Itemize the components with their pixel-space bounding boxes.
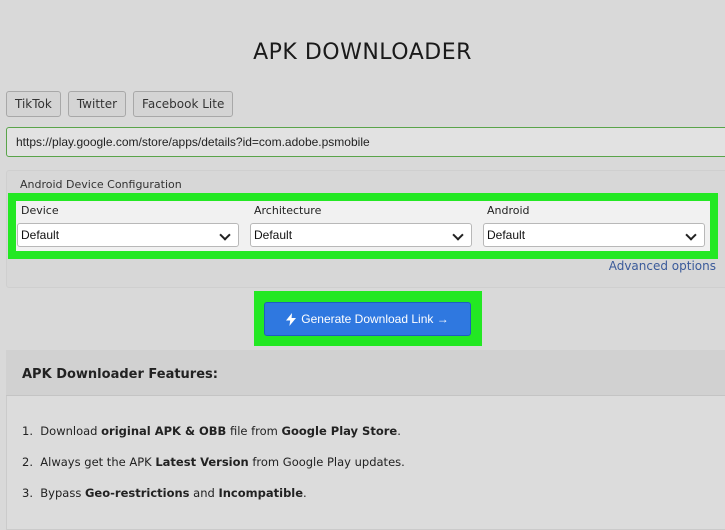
architecture-select[interactable]: Default bbox=[250, 223, 472, 247]
device-select[interactable]: Default bbox=[17, 223, 239, 247]
device-label: Device bbox=[21, 204, 59, 217]
url-input[interactable] bbox=[6, 127, 725, 157]
quick-link-twitter[interactable]: Twitter bbox=[67, 91, 127, 117]
features-title: APK Downloader Features: bbox=[22, 367, 218, 382]
quick-link-tiktok[interactable]: TikTok bbox=[6, 91, 61, 117]
architecture-select-value: Default bbox=[254, 228, 293, 242]
feature-item: 2. Always get the APK Latest Version fro… bbox=[22, 455, 405, 469]
android-label: Android bbox=[487, 204, 530, 217]
android-select[interactable]: Default bbox=[483, 223, 705, 247]
android-select-value: Default bbox=[487, 228, 526, 242]
android-select-group: Android Default bbox=[483, 203, 705, 247]
generate-download-link-button[interactable]: Generate Download Link → bbox=[264, 302, 471, 336]
device-select-group: Device Default bbox=[17, 203, 239, 247]
page-title: APK DOWNLOADER bbox=[253, 40, 472, 65]
chevron-down-icon bbox=[219, 229, 231, 241]
config-label: Android Device Configuration bbox=[20, 178, 182, 191]
architecture-select-group: Architecture Default bbox=[250, 203, 472, 247]
feature-item: 1. Download original APK & OBB file from… bbox=[22, 424, 401, 438]
advanced-options-link[interactable]: Advanced options bbox=[609, 259, 716, 273]
chevron-down-icon bbox=[685, 229, 697, 241]
architecture-label: Architecture bbox=[254, 204, 322, 217]
lightning-bolt-icon bbox=[286, 312, 297, 326]
device-select-value: Default bbox=[21, 228, 60, 242]
quick-link-facebook-lite[interactable]: Facebook Lite bbox=[133, 91, 234, 117]
quick-links: TikTok Twitter Facebook Lite bbox=[6, 91, 234, 117]
feature-item: 3. Bypass Geo-restrictions and Incompati… bbox=[22, 486, 307, 500]
generate-button-label: Generate Download Link → bbox=[301, 312, 449, 326]
chevron-down-icon bbox=[452, 229, 464, 241]
